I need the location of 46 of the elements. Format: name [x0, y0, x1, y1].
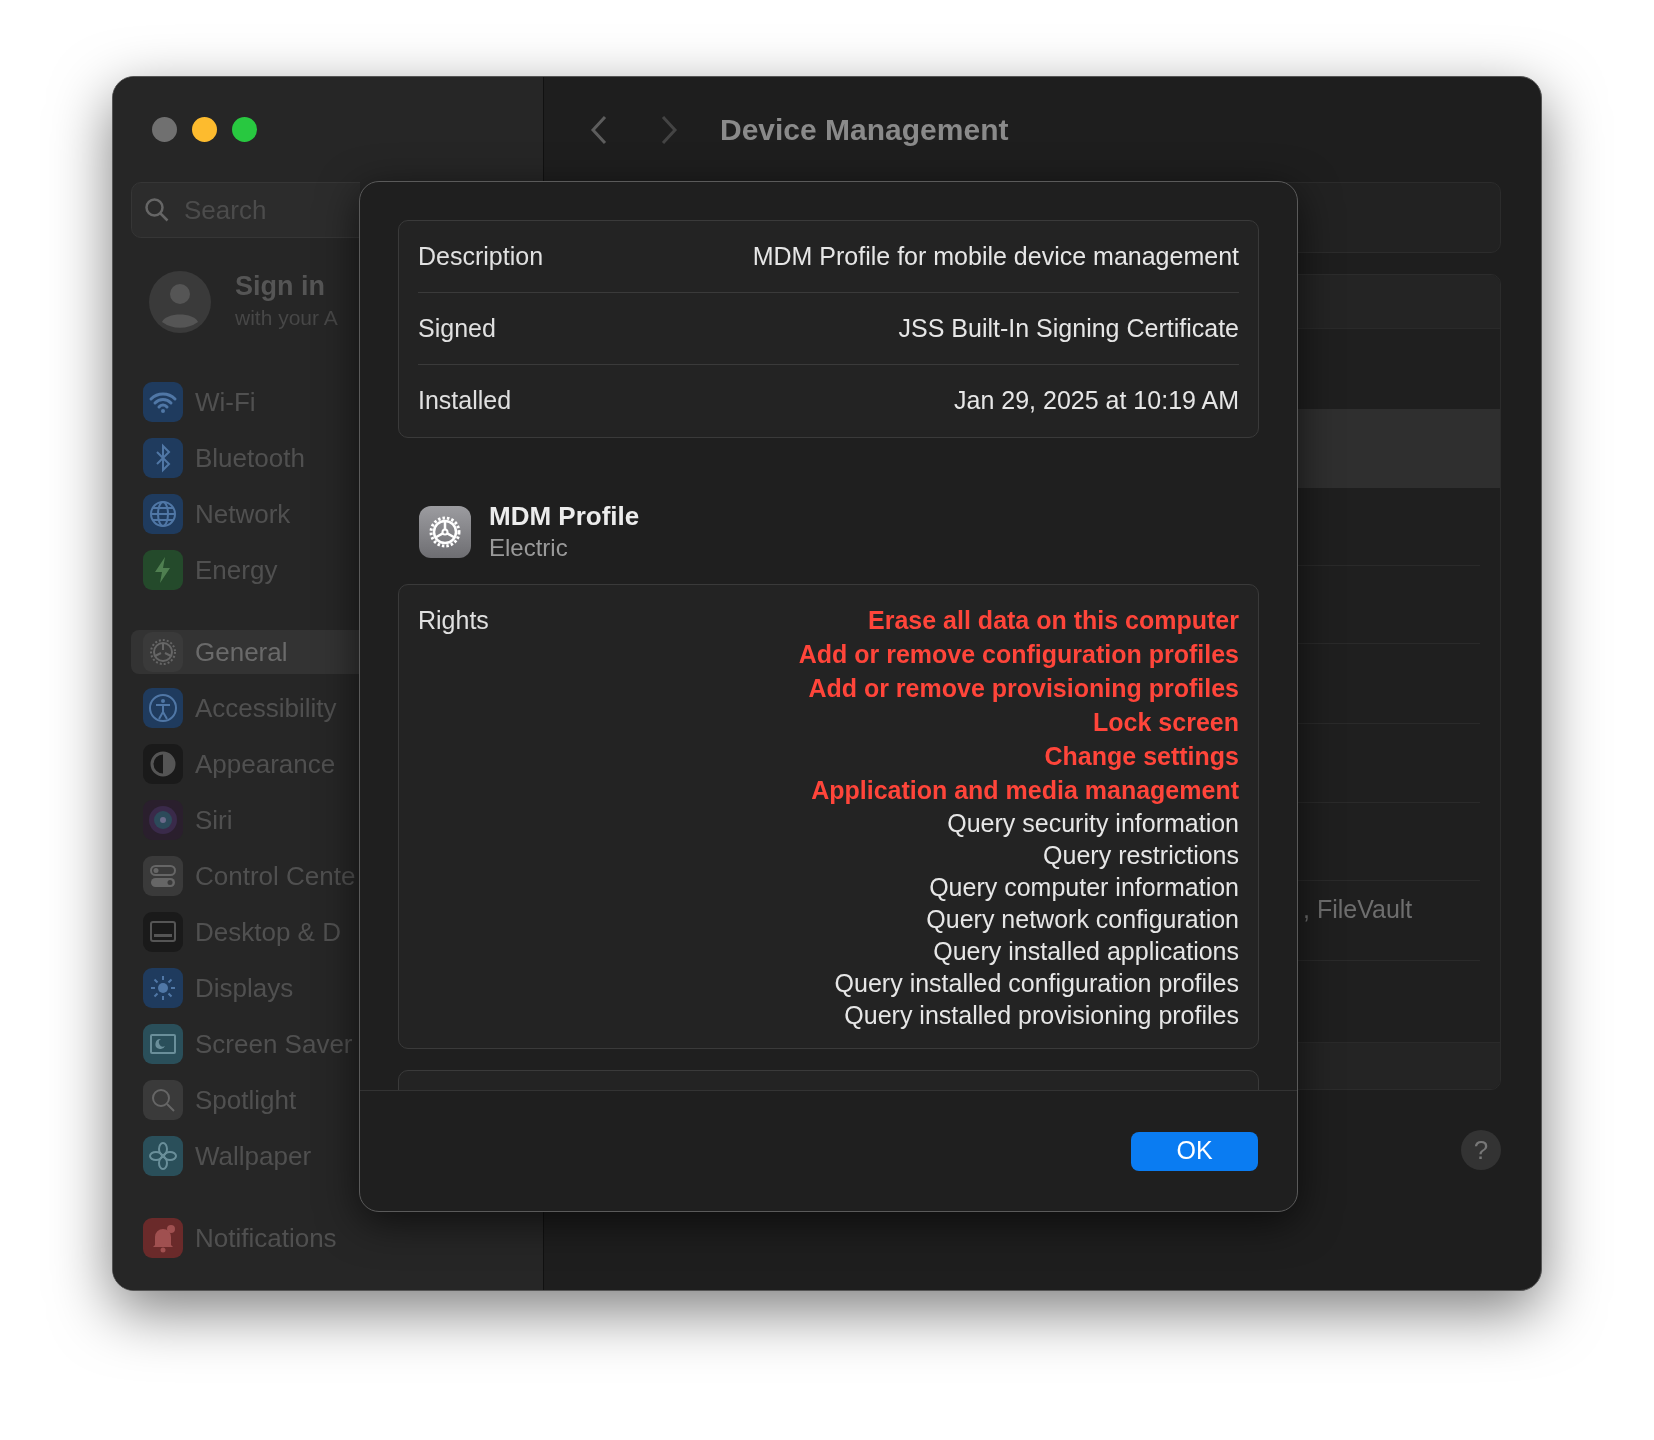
- person-icon: [143, 688, 183, 728]
- info-label: Description: [418, 240, 544, 272]
- right-item: Add or remove provisioning profiles: [808, 673, 1239, 704]
- right-item: Query installed configuration profiles: [834, 968, 1239, 999]
- info-label: Installed: [418, 385, 512, 417]
- lightning-icon: [143, 550, 183, 590]
- sun-icon: [143, 968, 183, 1008]
- bluetooth-icon: [143, 438, 183, 478]
- search-icon: [144, 197, 170, 223]
- bell-icon: [143, 1218, 183, 1258]
- gear-icon: [419, 506, 471, 558]
- page-title: Device Management: [720, 112, 1009, 148]
- row-text: , FileVault: [1303, 895, 1413, 923]
- right-item: Erase all data on this computer: [868, 605, 1239, 636]
- screen-moon-icon: [143, 1024, 183, 1064]
- orb-icon: [143, 800, 183, 840]
- profile-name: MDM Profile: [489, 500, 640, 532]
- right-item: Application and media management: [811, 775, 1239, 806]
- info-value: Jan 29, 2025 at 10:19 AM: [954, 385, 1239, 417]
- zoom-button[interactable]: [232, 117, 257, 142]
- magnifier-icon: [143, 1080, 183, 1120]
- info-value: MDM Profile for mobile device management: [752, 240, 1239, 272]
- profile-organization: Electric: [489, 533, 569, 563]
- wifi-icon: [143, 382, 183, 422]
- toggle-switches-icon: [143, 856, 183, 896]
- ok-button[interactable]: OK: [1131, 1131, 1258, 1171]
- right-item: Query restrictions: [1043, 840, 1239, 871]
- window-icon: [143, 912, 183, 952]
- right-item: Query security information: [947, 808, 1239, 839]
- right-item: Lock screen: [1093, 707, 1239, 738]
- gear-icon: [143, 632, 183, 672]
- minimize-button[interactable]: [192, 117, 217, 142]
- right-item: Query network configuration: [926, 904, 1239, 935]
- flower-icon: [143, 1136, 183, 1176]
- help-button[interactable]: ?: [1461, 1130, 1501, 1170]
- right-item: Change settings: [1044, 741, 1239, 772]
- right-item: Add or remove configuration profiles: [798, 639, 1239, 670]
- info-value: JSS Built-In Signing Certificate: [898, 312, 1239, 344]
- info-label: Signed: [418, 312, 496, 344]
- close-button[interactable]: [152, 117, 177, 142]
- globe-icon: [143, 494, 183, 534]
- avatar-icon: [149, 271, 211, 333]
- right-item: Query installed provisioning profiles: [844, 1000, 1239, 1031]
- right-item: Query installed applications: [933, 936, 1239, 967]
- rights-label: Rights: [418, 605, 489, 636]
- right-item: Query computer information: [929, 872, 1239, 903]
